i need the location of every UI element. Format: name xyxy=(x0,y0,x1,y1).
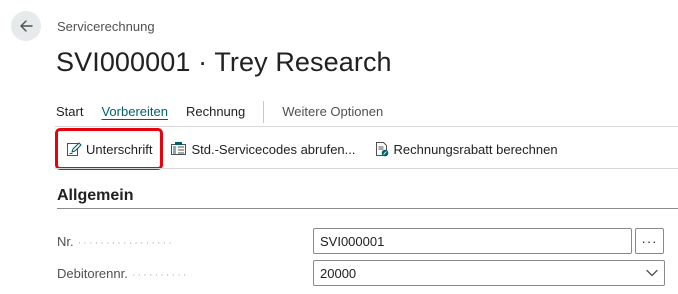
calc-invoice-discount-button-label: Rechnungsrabatt berechnen xyxy=(393,141,558,157)
ribbon: Unterschrift Std.-Servicecodes abrufen..… xyxy=(54,128,567,170)
nr-input[interactable]: SVI000001 xyxy=(313,228,632,254)
section-underline xyxy=(57,208,678,209)
signature-button-label: Unterschrift xyxy=(86,141,153,157)
field-label-nr-text: Nr. xyxy=(57,234,74,249)
signature-button[interactable]: Unterschrift xyxy=(54,128,164,170)
field-label-debitorennr-text: Debitorennr. xyxy=(57,266,128,281)
action-bar: Start Vorbereiten Rechnung Weitere Optio… xyxy=(56,98,401,126)
debitorennr-value: 20000 xyxy=(320,265,357,281)
page-caption: Servicerechnung xyxy=(57,19,155,34)
label-leader-dots: ·········· xyxy=(131,269,189,281)
chevron-down-icon xyxy=(646,269,658,277)
ribbon-divider-top xyxy=(55,126,678,127)
tab-weitere-optionen[interactable]: Weitere Optionen xyxy=(282,104,383,121)
back-button[interactable] xyxy=(11,11,41,41)
service-codes-icon xyxy=(171,142,187,155)
section-title-allgemein: Allgemein xyxy=(57,187,134,204)
field-label-debitorennr: Debitorennr. ·········· xyxy=(57,266,307,281)
get-service-codes-button-label: Std.-Servicecodes abrufen... xyxy=(191,141,356,157)
more-dots-icon: ··· xyxy=(641,233,658,249)
get-service-codes-button[interactable]: Std.-Servicecodes abrufen... xyxy=(161,130,364,168)
nr-assist-button[interactable]: ··· xyxy=(635,228,664,254)
field-label-nr: Nr. ················· xyxy=(57,234,307,249)
ribbon-divider-bottom xyxy=(55,168,678,169)
nr-value: SVI000001 xyxy=(320,233,385,249)
arrow-left-icon xyxy=(20,20,33,32)
page-title: SVI000001 · Trey Research xyxy=(56,47,392,77)
debitorennr-select[interactable]: 20000 xyxy=(313,260,665,286)
action-bar-divider xyxy=(263,101,265,123)
signature-icon xyxy=(67,142,82,156)
label-leader-dots: ················· xyxy=(77,237,174,249)
invoice-discount-icon xyxy=(375,142,388,157)
tab-vorbereiten[interactable]: Vorbereiten xyxy=(101,104,168,121)
calc-invoice-discount-button[interactable]: Rechnungsrabatt berechnen xyxy=(365,130,567,168)
tab-start[interactable]: Start xyxy=(56,104,83,121)
tab-rechnung[interactable]: Rechnung xyxy=(186,104,245,121)
